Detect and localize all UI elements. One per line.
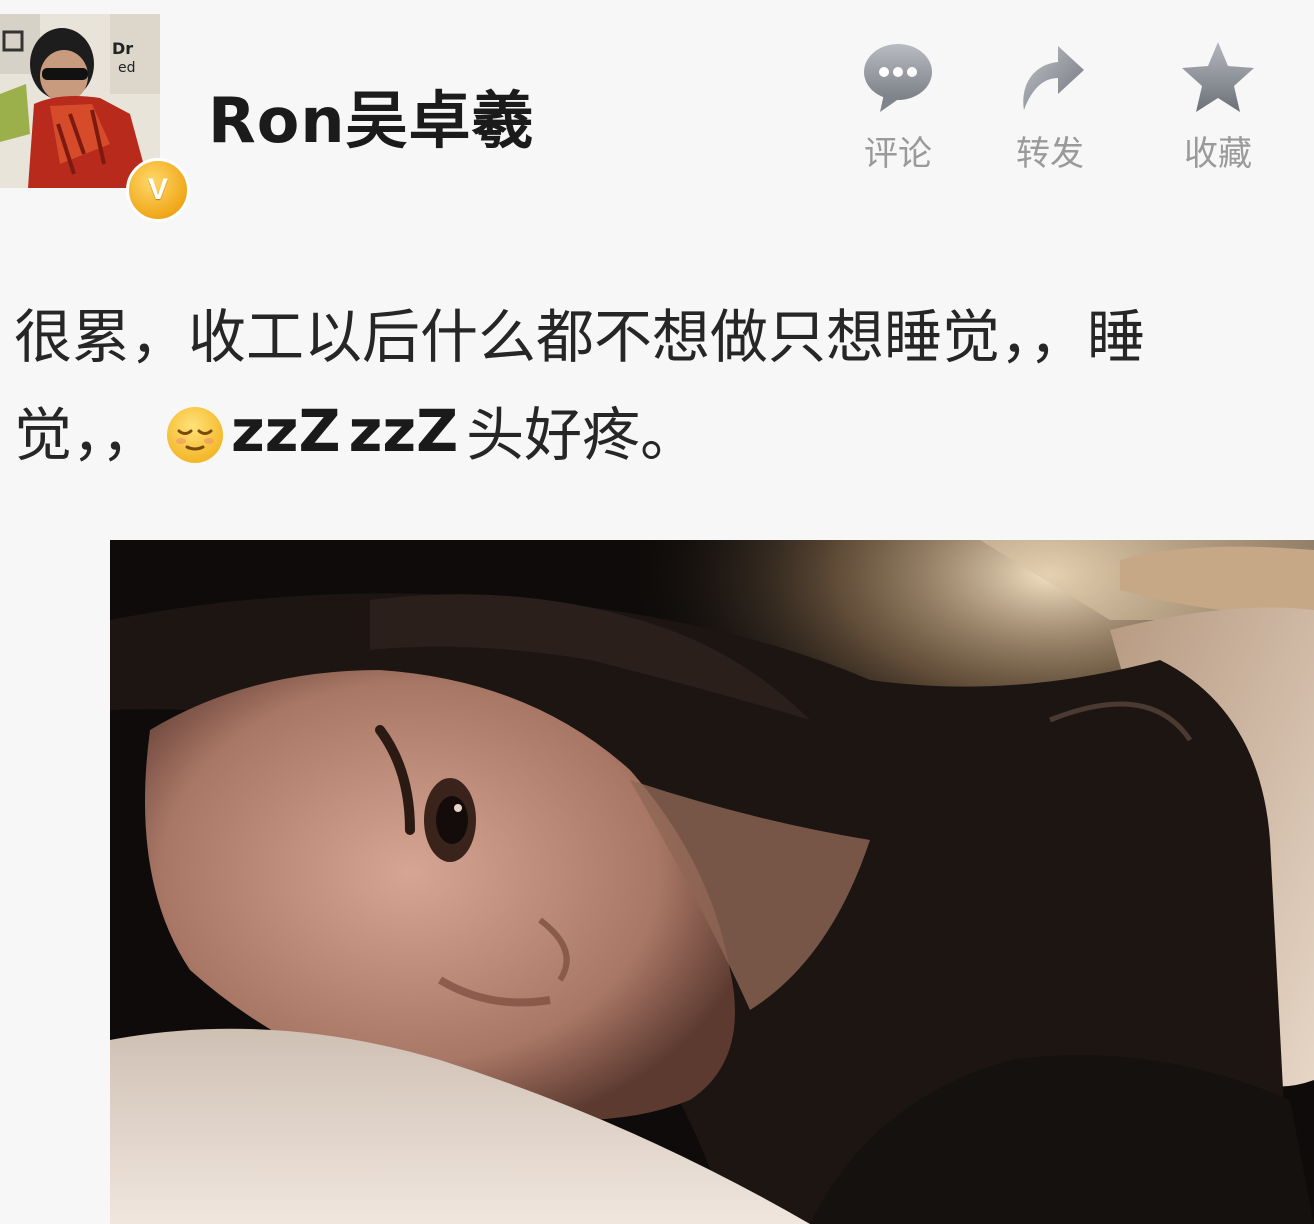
username[interactable]: Ron吴卓羲 xyxy=(208,70,534,160)
comment-label: 评论 xyxy=(864,134,932,174)
forward-button[interactable]: 转发 xyxy=(990,38,1110,175)
weibo-post: Dr ed V Ron吴卓羲 评论 转发 收藏 很累，收工以后什么都不想做只想睡… xyxy=(0,0,1314,1224)
post-text-segment-end: 头好疼。 xyxy=(466,401,699,469)
forward-label: 转发 xyxy=(1016,134,1084,174)
favorite-label: 收藏 xyxy=(1184,134,1252,174)
post-photo[interactable] xyxy=(110,540,1314,1224)
star-icon xyxy=(1182,42,1254,112)
sleep-zzz-1: zzZ xyxy=(231,397,341,465)
post-line-2: 觉，， zzZ zzZ 头好疼。 xyxy=(14,384,1314,478)
favorite-button[interactable]: 收藏 xyxy=(1158,38,1278,175)
post-content: 很累，收工以后什么都不想做只想睡觉，，睡 觉，， zzZ zzZ 头好疼。 xyxy=(14,290,1314,478)
svg-text:ed: ed xyxy=(118,60,136,76)
comment-bubble-icon xyxy=(864,44,932,112)
forward-arrow-icon xyxy=(1023,46,1084,110)
post-line-1: 很累，收工以后什么都不想做只想睡觉，，睡 xyxy=(14,303,1146,371)
sleep-zzz-2: zzZ xyxy=(348,397,459,465)
verified-badge: V xyxy=(126,158,190,222)
post-text-segment: 觉，， xyxy=(14,401,160,469)
comment-button[interactable]: 评论 xyxy=(838,38,958,175)
user-avatar[interactable]: Dr ed xyxy=(0,14,160,188)
svg-text:Dr: Dr xyxy=(112,39,133,58)
relieved-face-emoji xyxy=(167,407,224,463)
